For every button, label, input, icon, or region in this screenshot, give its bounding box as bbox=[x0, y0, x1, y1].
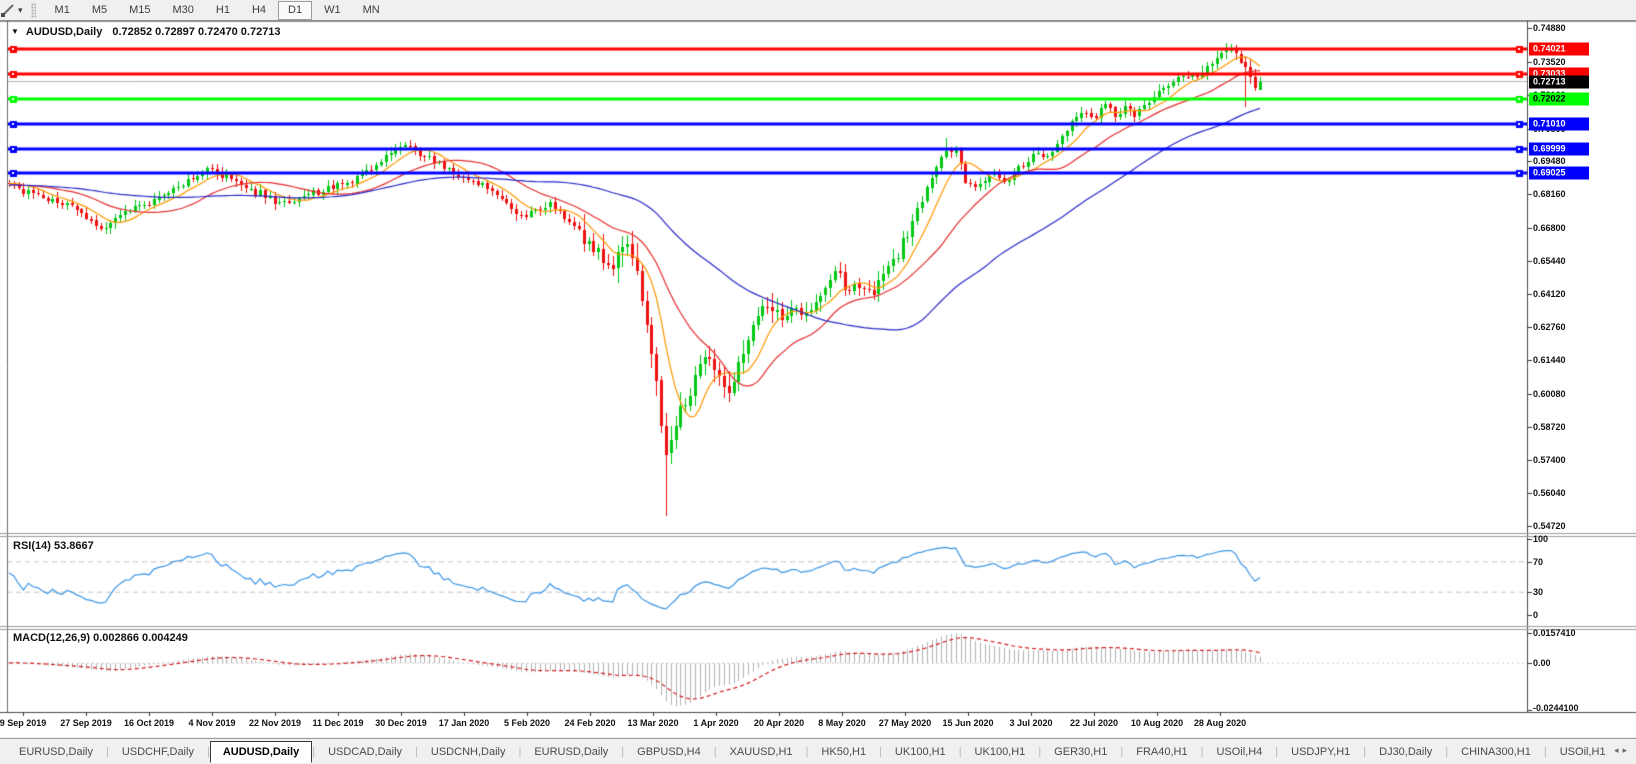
tab-china300-h1[interactable]: CHINA300,H1 bbox=[1448, 742, 1544, 762]
tab-fra40-h1[interactable]: FRA40,H1 bbox=[1123, 742, 1200, 762]
tab-xauusd-h1[interactable]: XAUUSD,H1 bbox=[717, 742, 806, 762]
trendline-tool-icon[interactable] bbox=[0, 2, 16, 18]
chart-window: ▼ AUDUSD,Daily 0.72852 0.72897 0.72470 0.7… bbox=[0, 21, 1636, 737]
tab-usoil-h1[interactable]: USOil,H1 bbox=[1547, 742, 1619, 762]
timeframe-button-m30[interactable]: M30 bbox=[163, 1, 204, 20]
tab-usdchf-daily[interactable]: USDCHF,Daily bbox=[109, 742, 207, 762]
tab-uk100-h1[interactable]: UK100,H1 bbox=[962, 742, 1039, 762]
chart-tabbar: EURUSD,Daily | USDCHF,Daily | AUDUSD,Daily | U… bbox=[0, 738, 1636, 764]
tab-eurusd-daily[interactable]: EURUSD,Daily bbox=[521, 742, 621, 762]
timeframe-button-h1[interactable]: H1 bbox=[206, 1, 240, 20]
tab-uk100-h1[interactable]: UK100,H1 bbox=[882, 742, 959, 762]
tabbar-scroll-right-icon[interactable]: ▸ bbox=[1622, 745, 1631, 755]
tab-eurusd-daily[interactable]: EURUSD,Daily bbox=[6, 742, 106, 762]
tab-usdcad-daily[interactable]: USDCAD,Daily bbox=[315, 742, 415, 762]
toolbar: ▾ M1 M5 M15 M30 H1 H4 D1 W1 MN bbox=[0, 0, 1636, 21]
toolbar-grip[interactable] bbox=[30, 2, 36, 18]
price-chart-canvas[interactable] bbox=[0, 21, 1636, 737]
timeframe-button-m1[interactable]: M1 bbox=[45, 1, 80, 20]
tab-dj30-daily[interactable]: DJ30,Daily bbox=[1366, 742, 1445, 762]
tabbar-scroll-arrows: ◂▸ bbox=[1614, 745, 1631, 756]
tab-usdjpy-h1[interactable]: USDJPY,H1 bbox=[1278, 742, 1363, 762]
timeframe-button-mn[interactable]: MN bbox=[353, 1, 390, 20]
timeframe-button-w1[interactable]: W1 bbox=[314, 1, 351, 20]
timeframe-button-m5[interactable]: M5 bbox=[82, 1, 117, 20]
timeframe-button-d1[interactable]: D1 bbox=[278, 0, 313, 20]
timeframe-button-m15[interactable]: M15 bbox=[119, 1, 160, 20]
tab-audusd-daily[interactable]: AUDUSD,Daily bbox=[209, 740, 313, 763]
tab-ger30-h1[interactable]: GER30,H1 bbox=[1041, 742, 1120, 762]
tab-gbpusd-h4[interactable]: GBPUSD,H4 bbox=[624, 742, 714, 762]
tab-hk50-h1[interactable]: HK50,H1 bbox=[808, 742, 879, 762]
tab-usoil-h4[interactable]: USOil,H4 bbox=[1203, 742, 1275, 762]
timeframe-button-group: M1 M5 M15 M30 H1 H4 D1 W1 MN bbox=[44, 0, 391, 20]
metatrader-app: { "toolbar": { "dropdown_caret": "▾", "t… bbox=[0, 0, 1636, 764]
timeframe-button-h4[interactable]: H4 bbox=[242, 1, 276, 20]
tab-usdcnh-daily[interactable]: USDCNH,Daily bbox=[418, 742, 519, 762]
chevron-down-icon[interactable]: ▾ bbox=[18, 5, 23, 16]
